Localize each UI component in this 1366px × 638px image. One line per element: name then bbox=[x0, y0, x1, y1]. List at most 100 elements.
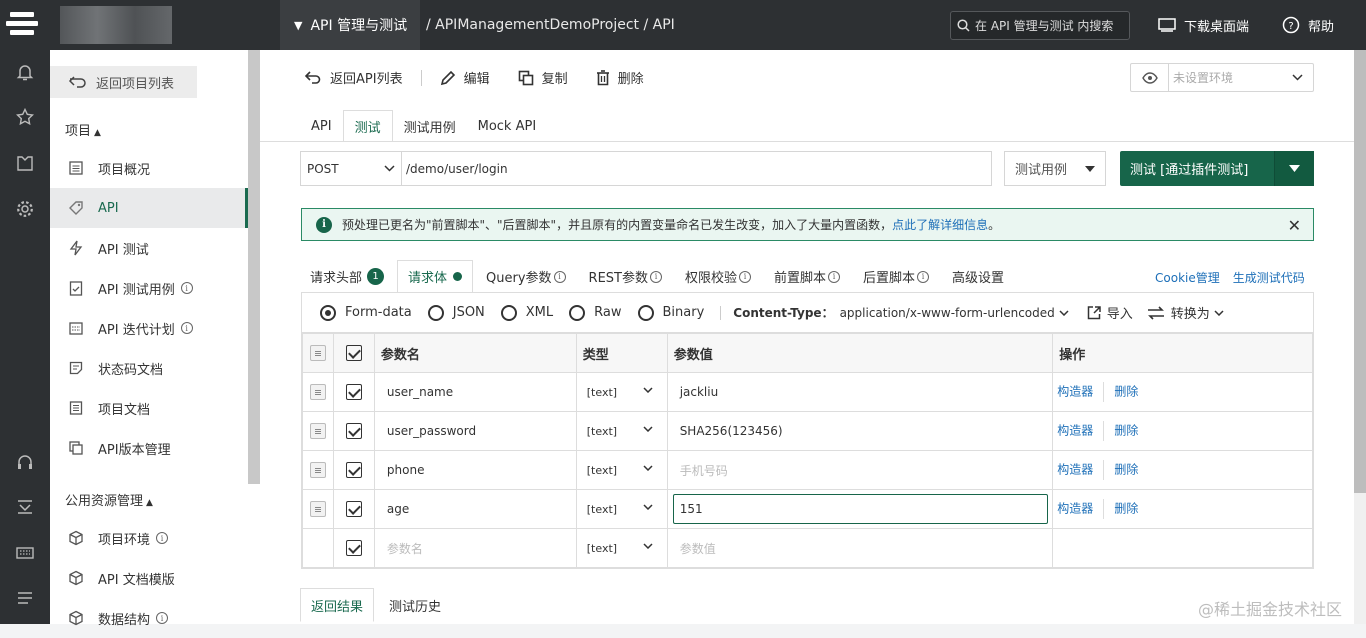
radio-form-data[interactable]: Form-data bbox=[320, 304, 412, 321]
sidebar-item-data-structures[interactable]: 数据结构 i bbox=[50, 598, 248, 638]
generate-code-link[interactable]: 生成测试代码 bbox=[1233, 269, 1305, 286]
run-test-button[interactable]: 测试 [通过插件测试] bbox=[1120, 151, 1314, 186]
builder-link[interactable]: 构造器 bbox=[1057, 424, 1093, 438]
sidebar-item-api[interactable]: API bbox=[50, 188, 248, 228]
builder-link[interactable]: 构造器 bbox=[1057, 502, 1093, 516]
star-icon[interactable] bbox=[15, 107, 35, 127]
sidebar-item-version-management[interactable]: API版本管理 bbox=[50, 428, 248, 468]
section-project[interactable]: 项目 ▲ bbox=[65, 120, 101, 139]
tab-test-cases[interactable]: 测试用例 bbox=[393, 110, 467, 142]
headset-icon[interactable] bbox=[15, 452, 35, 472]
row-checkbox[interactable] bbox=[345, 423, 362, 439]
param-type-select[interactable]: [text] bbox=[575, 411, 668, 451]
info-icon[interactable]: i bbox=[650, 270, 662, 283]
drag-handle-icon[interactable] bbox=[309, 501, 326, 517]
sidebar-scrollbar[interactable] bbox=[248, 50, 260, 484]
row-checkbox[interactable] bbox=[345, 540, 362, 556]
sidebar-item-doc-templates[interactable]: API 文档模版 bbox=[50, 558, 248, 598]
sidebar-item-project-docs[interactable]: 项目文档 bbox=[50, 388, 248, 428]
row-checkbox[interactable] bbox=[345, 384, 362, 400]
delete-row-link[interactable]: 删除 bbox=[1114, 502, 1138, 516]
select-all-checkbox[interactable] bbox=[345, 345, 362, 361]
download-desktop-button[interactable]: 下载桌面端 bbox=[1158, 0, 1249, 50]
page-scrollbar[interactable] bbox=[1354, 50, 1366, 624]
tab-mock-api[interactable]: Mock API bbox=[467, 110, 548, 142]
http-method-select[interactable]: POST bbox=[300, 151, 402, 186]
param-name-cell[interactable]: user_password bbox=[373, 411, 577, 451]
param-type-select[interactable]: [text] bbox=[575, 450, 668, 490]
info-icon[interactable]: i bbox=[156, 532, 169, 544]
inbox-icon[interactable] bbox=[15, 497, 35, 517]
sidebar-item-api-test[interactable]: API 测试 bbox=[50, 228, 248, 268]
tab-request-headers[interactable]: 请求头部 1 bbox=[300, 260, 394, 293]
test-case-select[interactable]: 测试用例 bbox=[1004, 151, 1106, 186]
new-param-value-input[interactable]: 参数值 bbox=[666, 528, 1054, 568]
scrollbar-thumb[interactable] bbox=[1354, 50, 1366, 493]
shirt-icon[interactable] bbox=[15, 153, 35, 173]
delete-row-link[interactable]: 删除 bbox=[1114, 424, 1138, 438]
back-to-api-list-button[interactable]: 返回API列表 bbox=[304, 68, 403, 87]
tab-response[interactable]: 返回结果 bbox=[300, 588, 375, 622]
tab-post-script[interactable]: 后置脚本 i bbox=[853, 260, 939, 293]
info-icon[interactable]: i bbox=[739, 270, 752, 283]
edit-button[interactable]: 编辑 bbox=[440, 68, 490, 87]
menu-icon[interactable] bbox=[15, 588, 35, 608]
radio-xml[interactable]: XML bbox=[500, 304, 553, 321]
cookie-management-link[interactable]: Cookie管理 bbox=[1155, 269, 1220, 286]
param-value-input-focused[interactable]: 151 bbox=[672, 494, 1048, 524]
tab-test-history[interactable]: 测试历史 bbox=[379, 588, 451, 622]
drag-handle-icon[interactable] bbox=[309, 462, 326, 478]
eye-icon[interactable] bbox=[1131, 64, 1169, 91]
info-icon[interactable]: i bbox=[828, 270, 841, 283]
radio-binary[interactable]: Binary bbox=[637, 304, 704, 321]
tab-request-body[interactable]: 请求体 bbox=[397, 260, 474, 293]
info-icon[interactable]: i bbox=[553, 270, 566, 283]
back-to-projects-button[interactable]: 返回项目列表 bbox=[50, 66, 197, 98]
radio-json[interactable]: JSON bbox=[427, 304, 485, 321]
param-value-cell[interactable]: SHA256(123456) bbox=[666, 411, 1054, 451]
tab-pre-script[interactable]: 前置脚本 i bbox=[764, 260, 850, 293]
module-switcher[interactable]: ▼ API 管理与测试 bbox=[280, 0, 420, 50]
delete-row-link[interactable]: 删除 bbox=[1114, 463, 1138, 477]
logo-icon[interactable] bbox=[6, 10, 42, 40]
tab-rest-params[interactable]: REST参数 i bbox=[579, 260, 672, 293]
param-type-select[interactable]: [text] bbox=[575, 489, 668, 529]
tab-advanced-settings[interactable]: 高级设置 bbox=[942, 260, 1014, 293]
tab-auth[interactable]: 权限校验 i bbox=[675, 260, 761, 293]
row-checkbox[interactable] bbox=[345, 501, 362, 517]
gear-icon[interactable] bbox=[15, 199, 35, 219]
convert-to-button[interactable]: 转换为 bbox=[1147, 303, 1230, 322]
close-icon[interactable]: ✕ bbox=[1288, 216, 1301, 235]
help-button[interactable]: ? 帮助 bbox=[1282, 0, 1334, 50]
info-icon[interactable]: i bbox=[180, 322, 193, 334]
sidebar-item-iteration-plan[interactable]: API 迭代计划 i bbox=[50, 308, 248, 348]
sidebar-item-overview[interactable]: 项目概况 bbox=[50, 148, 248, 188]
keyboard-icon[interactable] bbox=[15, 543, 35, 563]
drag-handle-icon[interactable] bbox=[309, 423, 326, 439]
tab-test[interactable]: 测试 bbox=[342, 110, 393, 142]
tab-api[interactable]: API bbox=[300, 110, 343, 142]
sidebar-item-api-test-cases[interactable]: API 测试用例 i bbox=[50, 268, 248, 308]
url-input[interactable]: /demo/user/login bbox=[401, 151, 992, 186]
builder-link[interactable]: 构造器 bbox=[1057, 385, 1093, 399]
sidebar-item-environments[interactable]: 项目环境 i bbox=[50, 518, 248, 558]
info-icon[interactable]: i bbox=[156, 612, 169, 624]
radio-raw[interactable]: Raw bbox=[569, 304, 622, 321]
param-value-cell[interactable]: 手机号码 bbox=[666, 450, 1054, 490]
import-button[interactable]: 导入 bbox=[1087, 303, 1133, 322]
param-name-cell[interactable]: user_name bbox=[373, 372, 577, 412]
info-icon[interactable]: i bbox=[180, 282, 193, 294]
copy-button[interactable]: 复制 bbox=[518, 68, 568, 87]
builder-link[interactable]: 构造器 bbox=[1057, 463, 1093, 477]
run-test-dropdown[interactable] bbox=[1275, 151, 1314, 186]
param-type-select[interactable]: [text] bbox=[575, 528, 668, 568]
info-icon[interactable]: i bbox=[917, 270, 930, 283]
new-param-name-input[interactable]: 参数名 bbox=[373, 528, 577, 568]
drag-handle-icon[interactable] bbox=[309, 345, 326, 361]
param-value-cell[interactable]: jackliu bbox=[666, 372, 1054, 412]
row-checkbox[interactable] bbox=[345, 462, 362, 478]
sidebar-item-status-codes[interactable]: 状态码文档 bbox=[50, 348, 248, 388]
tab-query-params[interactable]: Query参数 i bbox=[476, 260, 576, 293]
param-type-select[interactable]: [text] bbox=[575, 372, 668, 412]
param-name-cell[interactable]: age bbox=[373, 489, 577, 529]
